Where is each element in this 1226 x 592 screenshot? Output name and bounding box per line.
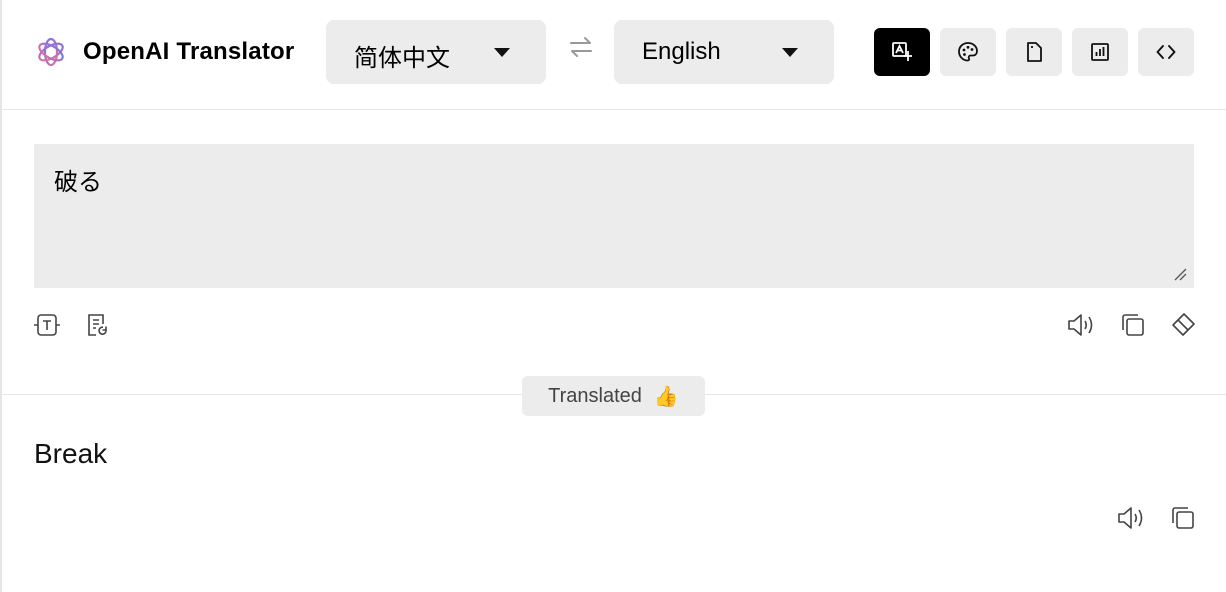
- copy-icon: [1122, 314, 1144, 336]
- speak-source-button[interactable]: [1066, 310, 1096, 340]
- palette-icon: [958, 42, 978, 62]
- code-icon: [1156, 45, 1176, 59]
- copy-icon: [1172, 507, 1194, 529]
- code-button[interactable]: [1138, 28, 1194, 76]
- header: OpenAI Translator 简体中文 English: [2, 0, 1226, 110]
- file-translate-button[interactable]: [1006, 28, 1062, 76]
- text-format-icon: [34, 314, 60, 336]
- translator-app: OpenAI Translator 简体中文 English 破る Transl…: [0, 0, 1226, 592]
- swap-languages-icon[interactable]: [568, 36, 594, 58]
- copy-output-button[interactable]: [1168, 503, 1198, 533]
- resize-handle-icon[interactable]: [1172, 266, 1188, 282]
- chart-icon: [1091, 43, 1109, 61]
- eraser-icon: [1172, 313, 1195, 336]
- app-title: OpenAI Translator: [83, 38, 295, 65]
- chevron-down-icon: [782, 48, 798, 57]
- file-icon: [1027, 42, 1042, 62]
- target-language-select[interactable]: English: [614, 20, 834, 84]
- clear-input-button[interactable]: [1168, 310, 1198, 340]
- chevron-down-icon: [494, 48, 510, 57]
- translate-icon: [892, 42, 912, 61]
- openai-logo-icon: [34, 35, 68, 69]
- thumbs-up-icon: 👍: [653, 385, 679, 408]
- theme-button[interactable]: [940, 28, 996, 76]
- translate-mode-button[interactable]: [874, 28, 930, 76]
- vocabulary-button[interactable]: [1072, 28, 1128, 76]
- ocr-document-button[interactable]: [82, 310, 112, 340]
- speak-output-button[interactable]: [1116, 503, 1146, 533]
- copy-source-button[interactable]: [1118, 310, 1148, 340]
- translated-text: Break: [34, 438, 108, 469]
- document-refresh-icon: [88, 314, 107, 336]
- speaker-icon: [1068, 314, 1093, 336]
- status-label: Translated: [548, 384, 642, 407]
- source-language-value: 简体中文: [354, 45, 450, 72]
- text-format-button[interactable]: [32, 310, 62, 340]
- speaker-icon: [1118, 507, 1143, 529]
- source-text-input[interactable]: 破る: [34, 144, 1194, 288]
- target-language-value: English: [642, 38, 721, 65]
- source-language-select[interactable]: 简体中文: [326, 20, 546, 84]
- status-badge: Translated 👍: [522, 376, 705, 416]
